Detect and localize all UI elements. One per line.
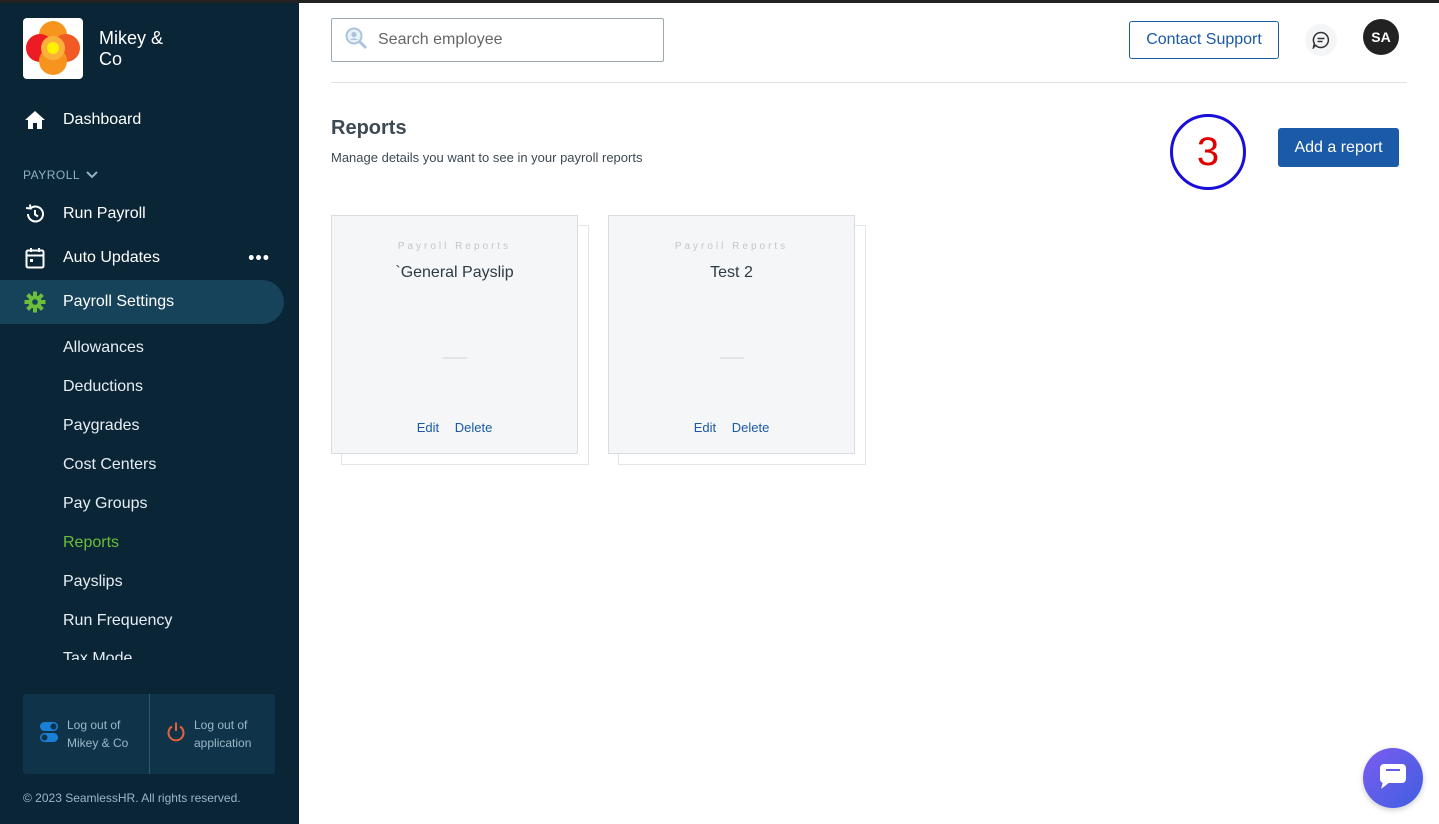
nav-run-payroll-label: Run Payroll [63,205,146,222]
report-card-placeholder-dash [443,357,467,359]
user-avatar[interactable]: SA [1363,19,1399,55]
window-top-border [0,0,1439,3]
report-card-title: `General Payslip [395,264,514,281]
toggle-icon [39,721,59,748]
company-name: Mikey & Co [99,28,164,69]
report-card-body[interactable]: Payroll Reports Test 2 Edit Delete [608,215,855,454]
nav-dashboard-label: Dashboard [63,111,142,128]
gear-icon [23,290,47,314]
calendar-icon [23,246,47,270]
company-logo [23,18,83,79]
sidebar-item-clipped[interactable]: Tax Mode [0,650,299,660]
history-icon [23,202,47,226]
page-title: Reports [331,117,407,139]
logout-application-label: Log out of application [194,718,252,750]
message-icon[interactable] [1305,24,1337,56]
sidebar-item-allowances[interactable]: Allowances [63,339,144,357]
payroll-section-toggle[interactable]: PAYROLL [23,168,98,182]
contact-support-button[interactable]: Contact Support [1129,21,1279,59]
sidebar-item-deductions[interactable]: Deductions [63,378,143,396]
sidebar-item-pay-groups[interactable]: Pay Groups [63,495,147,513]
chat-bubble-icon [1377,761,1409,796]
report-card-title: Test 2 [710,264,753,281]
more-options-icon[interactable]: ••• [248,248,270,269]
add-report-button[interactable]: Add a report [1278,128,1399,167]
payroll-section-label: PAYROLL [23,168,81,182]
report-card: Payroll Reports `General Payslip Edit De… [331,215,589,465]
report-card-placeholder-dash [720,357,744,359]
live-chat-button[interactable] [1363,748,1423,808]
nav-run-payroll[interactable]: Run Payroll [0,192,284,236]
nav-payroll-settings[interactable]: Payroll Settings [0,280,284,324]
copyright-text: © 2023 SeamlessHR. All rights reserved. [23,791,241,805]
annotation-marker: 3 [1170,114,1246,190]
nav-dashboard[interactable]: Dashboard [0,98,284,142]
page-subtitle: Manage details you want to see in your p… [331,150,643,165]
sidebar-item-run-frequency[interactable]: Run Frequency [63,612,172,630]
nav-auto-updates-label: Auto Updates [63,249,160,266]
report-card-eyebrow: Payroll Reports [674,241,789,252]
report-card-eyebrow: Payroll Reports [397,241,512,252]
logout-application-button[interactable]: Log out of application [149,694,275,774]
sidebar-item-cost-centers[interactable]: Cost Centers [63,456,156,474]
report-card-actions: Edit Delete [332,420,577,435]
report-card-actions: Edit Delete [609,420,854,435]
edit-report-link[interactable]: Edit [694,420,716,435]
search-input[interactable] [378,31,638,49]
nav-auto-updates[interactable]: Auto Updates ••• [0,236,284,280]
logout-company-button[interactable]: Log out of Mikey & Co [23,694,149,774]
sidebar-item-paygrades[interactable]: Paygrades [63,417,140,435]
nav-payroll-settings-label: Payroll Settings [63,293,175,310]
power-icon [166,721,186,748]
home-icon [23,108,47,132]
logout-company-label: Log out of Mikey & Co [67,718,129,750]
sidebar-item-payslips[interactable]: Payslips [63,573,123,591]
chevron-down-icon [86,171,98,179]
sidebar-item-clipped-label: Tax Mode [63,650,133,660]
search-box[interactable] [331,18,664,62]
edit-report-link[interactable]: Edit [417,420,439,435]
company-brand[interactable]: Mikey & Co [23,18,179,79]
delete-report-link[interactable]: Delete [732,420,770,435]
delete-report-link[interactable]: Delete [455,420,493,435]
header-divider [331,82,1407,83]
report-card: Payroll Reports Test 2 Edit Delete [608,215,866,465]
sidebar-item-reports[interactable]: Reports [63,534,119,552]
sidebar: Mikey & Co Dashboard PAYROLL Run Payroll [0,0,299,824]
logout-panel: Log out of Mikey & Co Log out of applica… [23,694,275,774]
search-icon [344,26,368,55]
report-card-body[interactable]: Payroll Reports `General Payslip Edit De… [331,215,578,454]
